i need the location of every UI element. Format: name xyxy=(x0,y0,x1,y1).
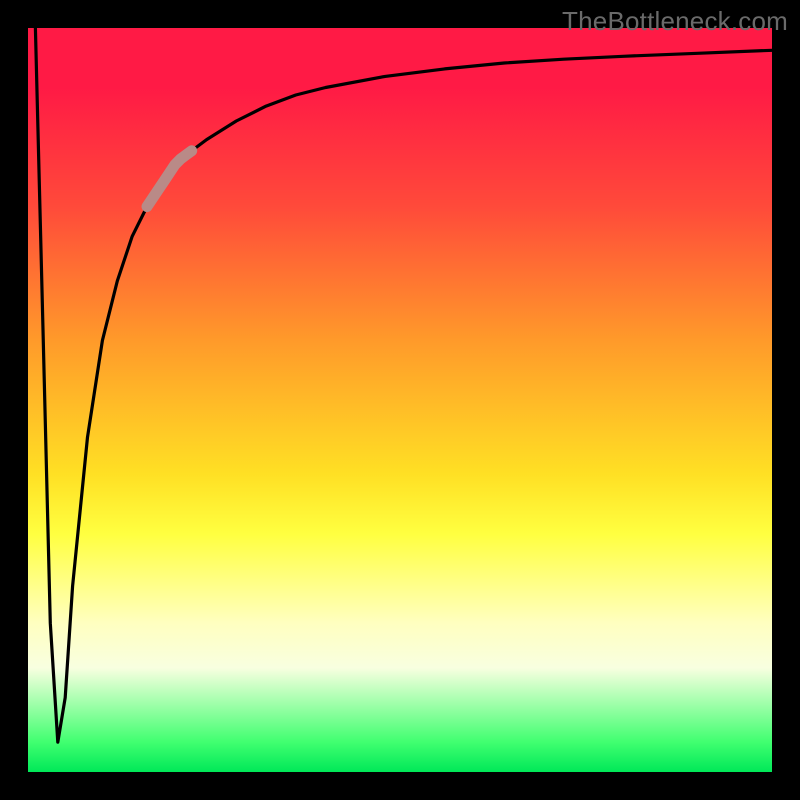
chart-frame: TheBottleneck.com xyxy=(0,0,800,800)
curve-highlight-segment xyxy=(147,151,192,207)
bottleneck-curve xyxy=(35,28,772,742)
plot-area xyxy=(28,28,772,772)
curve-svg xyxy=(28,28,772,772)
watermark-text: TheBottleneck.com xyxy=(562,6,788,37)
